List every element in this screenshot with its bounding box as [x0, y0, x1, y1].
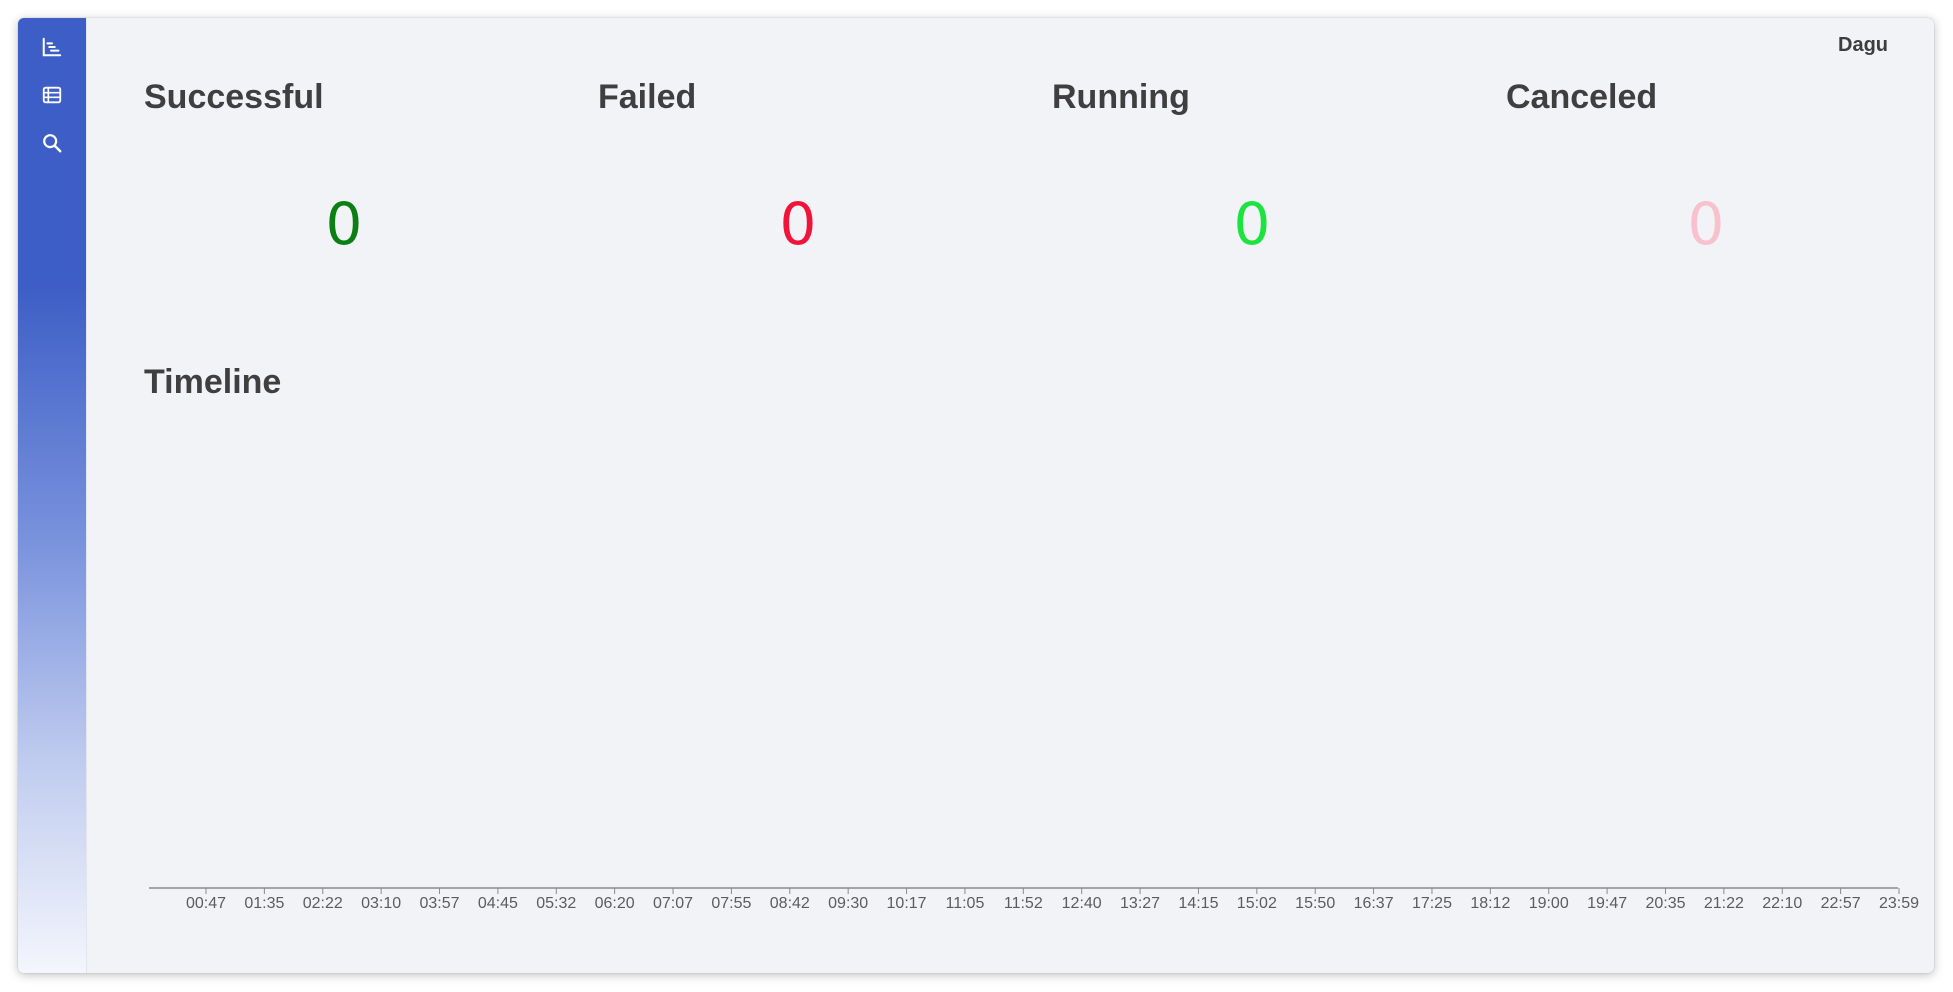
stat-canceled-label: Canceled	[1506, 78, 1658, 116]
chart-icon	[42, 37, 62, 57]
stat-running-value: 0	[1233, 190, 1271, 258]
timeline-tick-label: 06:20	[595, 895, 635, 912]
timeline-tick-label: 07:55	[711, 895, 751, 912]
timeline-tick-label: 04:45	[478, 895, 518, 912]
stat-canceled-value: 0	[1687, 190, 1725, 258]
table-list-icon	[42, 86, 62, 104]
stat-canceled: Canceled 0	[1506, 78, 1934, 278]
stat-running-label: Running	[1052, 78, 1190, 116]
timeline-tick-label: 17:25	[1412, 895, 1452, 912]
timeline-tick-label: 20:35	[1645, 895, 1685, 912]
nav-dashboard-button[interactable]	[35, 30, 69, 64]
stat-successful: Successful 0	[144, 78, 584, 278]
timeline-tick-label: 15:50	[1295, 895, 1335, 912]
stat-failed-value: 0	[779, 190, 817, 258]
timeline-tick-label: 23:59	[1879, 895, 1919, 912]
stat-running: Running 0	[1052, 78, 1492, 278]
timeline-tick-label: 15:02	[1237, 895, 1277, 912]
timeline-tick-label: 22:10	[1762, 895, 1802, 912]
timeline-title: Timeline	[144, 363, 282, 401]
timeline-tick-label: 03:57	[419, 895, 459, 912]
timeline-tick-label: 19:47	[1587, 895, 1627, 912]
timeline-tick-label: 13:27	[1120, 895, 1160, 912]
timeline-tick-label: 21:22	[1704, 895, 1744, 912]
timeline-tick-label: 16:37	[1354, 895, 1394, 912]
sidebar	[18, 18, 87, 973]
stat-successful-label: Successful	[144, 78, 324, 116]
search-icon	[43, 134, 62, 153]
timeline-tick-label: 18:12	[1470, 895, 1510, 912]
timeline-tick-label: 11:05	[946, 895, 985, 912]
timeline-tick-label: 19:00	[1529, 895, 1569, 912]
timeline-tick-label: 05:32	[536, 895, 576, 912]
timeline-tick-label: 03:10	[361, 895, 401, 912]
timeline-tick-label: 22:57	[1821, 895, 1861, 912]
nav-search-button[interactable]	[35, 126, 69, 160]
timeline-tick-label: 12:40	[1062, 895, 1102, 912]
nav-dags-button[interactable]	[35, 78, 69, 112]
stat-failed: Failed 0	[598, 78, 1038, 278]
timeline-tick-label: 00:47	[186, 895, 226, 912]
timeline-tick-label: 09:30	[828, 895, 868, 912]
timeline-tick-label: 14:15	[1178, 895, 1218, 912]
timeline-tick-label: 02:22	[303, 895, 343, 912]
timeline-tick-label: 11:52	[1004, 895, 1043, 912]
app-brand: Dagu	[1838, 34, 1888, 56]
timeline-tick-label: 01:35	[244, 895, 284, 912]
timeline-tick-label: 10:17	[887, 895, 927, 912]
timeline-tick-label: 07:07	[653, 895, 693, 912]
stat-successful-value: 0	[325, 190, 363, 258]
timeline-tick-label: 08:42	[770, 895, 810, 912]
stat-failed-label: Failed	[598, 78, 697, 116]
app-window: Dagu Successful 0 Failed 0 Running 0 Can…	[18, 18, 1934, 973]
